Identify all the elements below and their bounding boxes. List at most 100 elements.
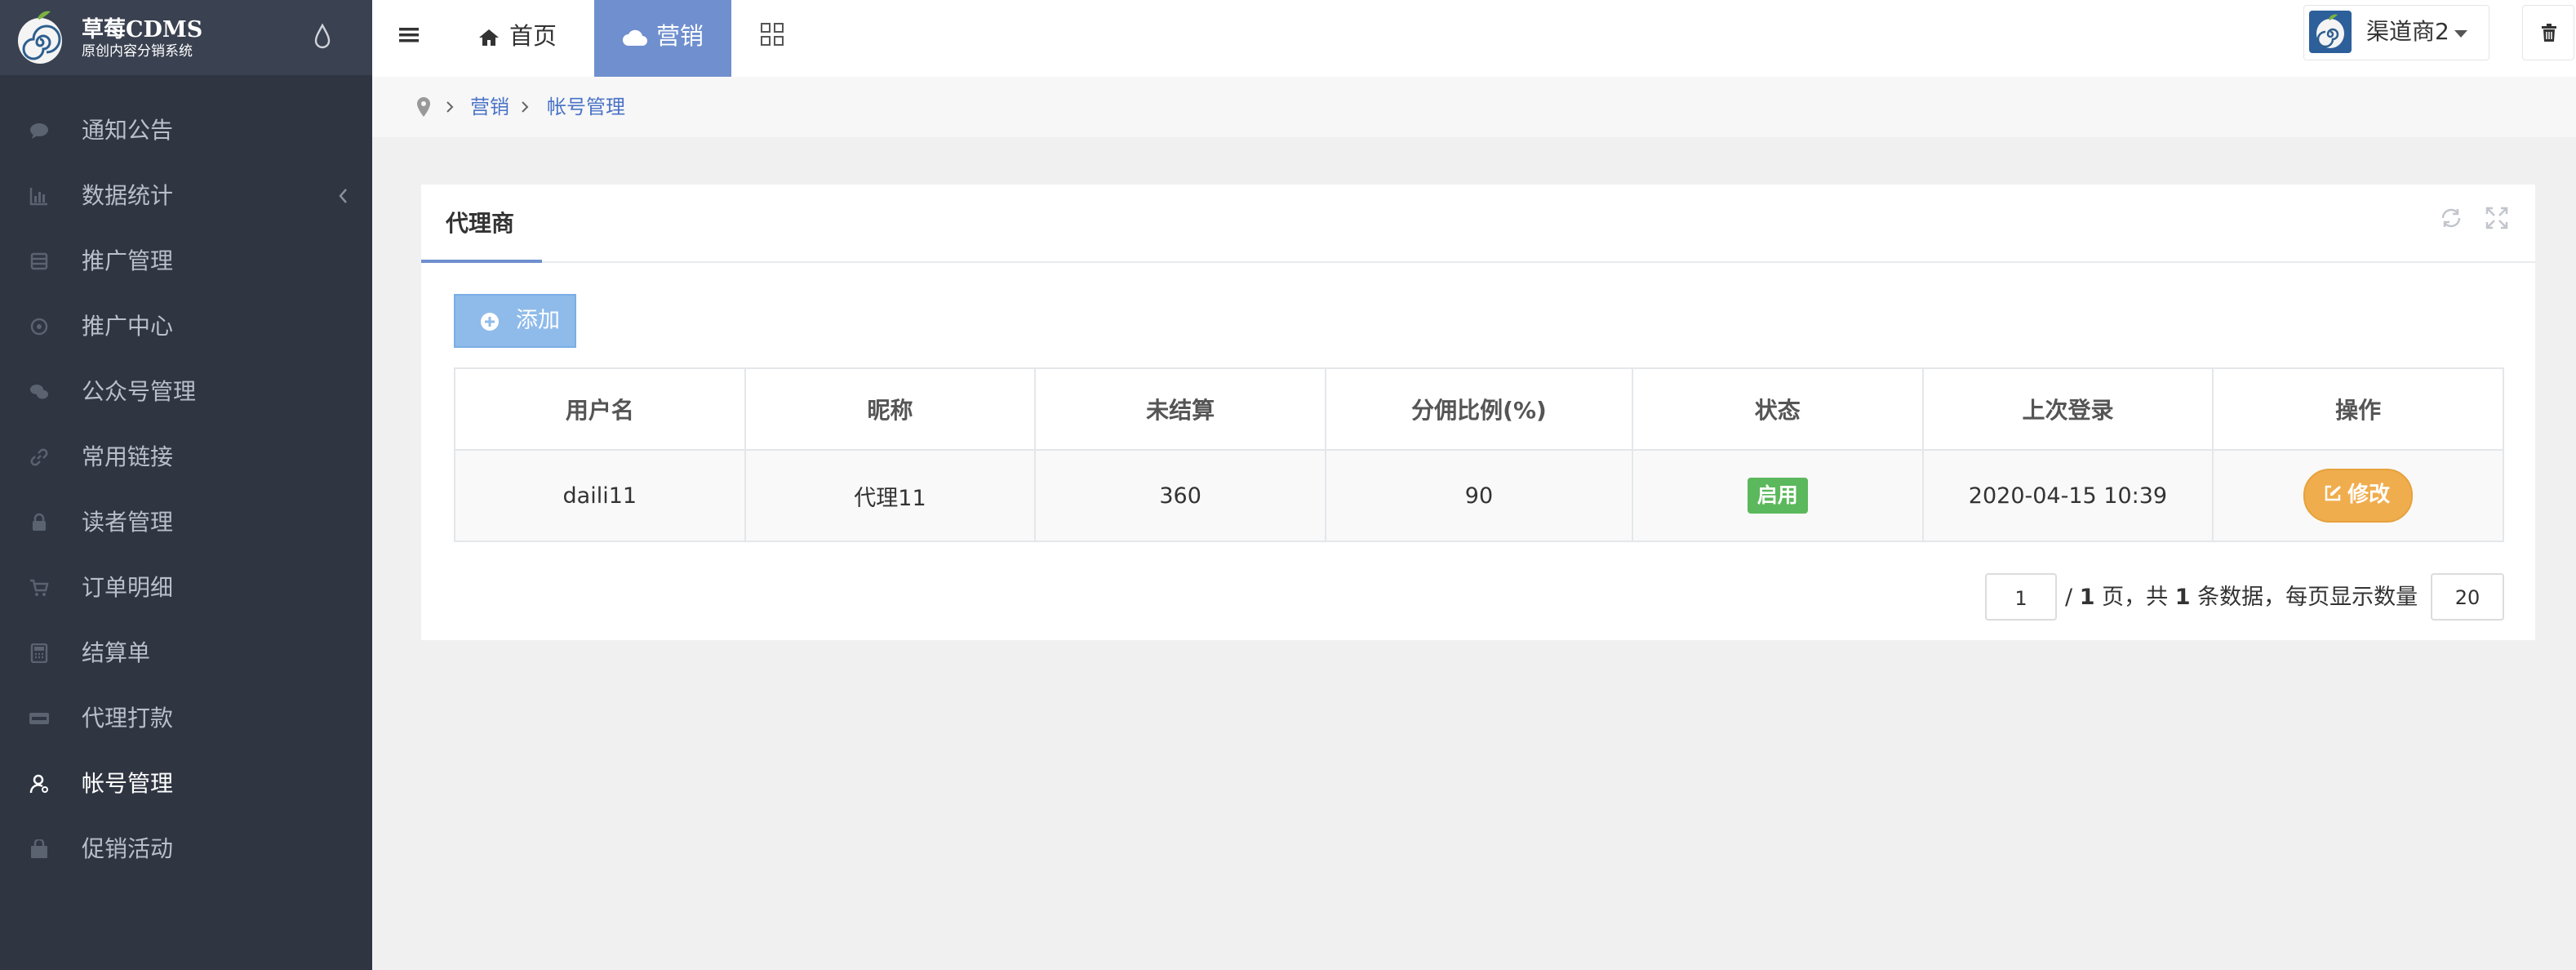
breadcrumb-marketing[interactable]: 营销	[470, 77, 509, 137]
cell-nickname: 代理11	[744, 450, 1037, 541]
trash-icon	[2542, 24, 2556, 42]
wechat-icon	[30, 385, 48, 399]
apps-grid-icon[interactable]	[759, 21, 785, 47]
avatar-logo-icon	[2316, 14, 2344, 48]
user-menu[interactable]: 渠道商2	[2303, 5, 2489, 60]
menu-toggle-icon[interactable]	[397, 23, 421, 47]
cell-unsettled: 360	[1035, 450, 1326, 541]
chevron-left-icon	[339, 189, 347, 203]
plus-circle-icon	[481, 313, 499, 331]
home-icon	[479, 29, 499, 46]
sidebar: 草莓CDMS 原创内容分销系统 通知公告 数据统计 推广管理 推广中心 公众号管…	[0, 0, 372, 970]
column-header: 用户名	[455, 368, 746, 451]
cell-action: 修改	[2213, 450, 2504, 541]
shopping-bag-icon	[31, 839, 47, 858]
sidebar-item-promotion-management[interactable]: 推广管理	[0, 229, 372, 294]
column-header: 上次登录	[1922, 368, 2214, 451]
sidebar-item-label: 读者管理	[82, 509, 174, 536]
sidebar-menu: 通知公告 数据统计 推广管理 推广中心 公众号管理 常用链接 读者管理 订单明细…	[0, 98, 372, 882]
top-navbar: 首页 营销 渠道商2	[372, 0, 2576, 77]
column-header: 昵称	[744, 368, 1037, 451]
sidebar-item-notice[interactable]: 通知公告	[0, 98, 372, 163]
agent-panel: 代理商 添加 用户名 昵称 未结算 分佣比例(%) 状态 上次登录 操作 dai…	[421, 185, 2535, 640]
panel-title: 代理商	[446, 210, 515, 237]
nav-home-label: 首页	[509, 22, 557, 50]
nav-home[interactable]: 首页	[478, 0, 557, 77]
total-records: 1	[2174, 585, 2191, 610]
caret-down-icon	[2454, 30, 2467, 38]
refresh-icon[interactable]	[2439, 206, 2463, 230]
coins-icon	[30, 252, 48, 270]
link-icon	[30, 448, 48, 466]
sidebar-item-label: 结算单	[82, 639, 151, 666]
breadcrumb-account-management[interactable]: 帐号管理	[547, 77, 625, 137]
fullscreen-icon[interactable]	[2485, 206, 2509, 230]
sidebar-item-wechat-management[interactable]: 公众号管理	[0, 359, 372, 425]
cell-username: daili11	[455, 450, 746, 541]
column-header: 分佣比例(%)	[1325, 368, 1633, 451]
sidebar-item-label: 促销活动	[82, 835, 174, 862]
pagination-text: /	[2065, 585, 2073, 610]
sidebar-item-statistics[interactable]: 数据统计	[0, 163, 372, 229]
sidebar-item-reader-management[interactable]: 读者管理	[0, 490, 372, 555]
status-badge: 启用	[1747, 478, 1808, 514]
nav-marketing-label: 营销	[655, 22, 704, 50]
column-header: 未结算	[1035, 368, 1326, 451]
user-icon	[29, 774, 48, 794]
chevron-right-icon	[446, 101, 454, 113]
sidebar-item-promotion-activity[interactable]: 促销活动	[0, 816, 372, 882]
column-header: 操作	[2213, 368, 2504, 451]
cloud-icon	[622, 29, 647, 46]
sidebar-item-label: 推广中心	[82, 313, 174, 340]
sidebar-item-order-details[interactable]: 订单明细	[0, 555, 372, 621]
clear-cache-button[interactable]	[2522, 5, 2574, 60]
sidebar-item-account-management[interactable]: 帐号管理	[0, 751, 372, 816]
badge-icon	[30, 318, 48, 336]
edit-icon	[2325, 485, 2342, 501]
cart-icon	[30, 579, 49, 596]
table-header-row: 用户名 昵称 未结算 分佣比例(%) 状态 上次登录 操作	[455, 368, 2504, 451]
chat-bubble-icon	[30, 123, 48, 139]
page-number-input[interactable]: 1	[1985, 573, 2057, 621]
sidebar-item-label: 常用链接	[82, 443, 174, 470]
sidebar-item-agent-payment[interactable]: 代理打款	[0, 686, 372, 751]
location-pin-icon	[417, 97, 430, 117]
panel-title-underline	[421, 260, 542, 263]
add-button[interactable]: 添加	[454, 294, 576, 348]
edit-button-label: 修改	[2347, 483, 2391, 507]
nav-marketing[interactable]: 营销	[594, 0, 731, 77]
sidebar-item-label: 推广管理	[82, 247, 174, 274]
pagination-text: 页，共	[2102, 585, 2169, 610]
cell-commission: 90	[1325, 450, 1633, 541]
sidebar-item-promotion-center[interactable]: 推广中心	[0, 294, 372, 359]
pagination-text: 条数据，每页显示数量	[2197, 585, 2418, 610]
total-pages: 1	[2079, 585, 2095, 610]
table-row: daili11 代理11 360 90 启用 2020-04-15 10:39 …	[455, 450, 2504, 541]
cell-last-login: 2020-04-15 10:39	[1922, 450, 2214, 541]
pagination-summary: / 1 页，共 1 条数据，每页显示数量	[2065, 573, 2418, 622]
sidebar-item-label: 公众号管理	[82, 378, 197, 405]
lock-icon	[33, 513, 46, 531]
panel-header: 代理商	[421, 185, 2535, 263]
logo-subtitle: 原创内容分销系统	[82, 43, 193, 60]
logo-area: 草莓CDMS 原创内容分销系统	[0, 0, 372, 75]
column-header: 状态	[1632, 368, 1924, 451]
sidebar-item-label: 代理打款	[82, 705, 174, 732]
cell-status: 启用	[1632, 450, 1924, 541]
add-button-label: 添加	[516, 308, 560, 333]
agent-table: 用户名 昵称 未结算 分佣比例(%) 状态 上次登录 操作 daili11 代理…	[454, 367, 2504, 542]
user-name: 渠道商2	[2366, 18, 2449, 45]
pagination: 1 / 1 页，共 1 条数据，每页显示数量 20	[421, 573, 2535, 624]
visa-card-icon	[29, 713, 49, 724]
calculator-icon	[30, 643, 48, 663]
chevron-right-icon	[522, 101, 529, 113]
page-size-input[interactable]: 20	[2431, 573, 2504, 621]
edit-button[interactable]: 修改	[2303, 469, 2414, 523]
sidebar-item-label: 帐号管理	[82, 770, 174, 797]
theme-drop-icon[interactable]	[313, 23, 331, 51]
sidebar-item-common-links[interactable]: 常用链接	[0, 425, 372, 490]
sidebar-item-settlement[interactable]: 结算单	[0, 621, 372, 686]
logo-icon	[18, 11, 62, 64]
avatar	[2309, 11, 2352, 53]
sidebar-item-label: 订单明细	[82, 574, 174, 601]
